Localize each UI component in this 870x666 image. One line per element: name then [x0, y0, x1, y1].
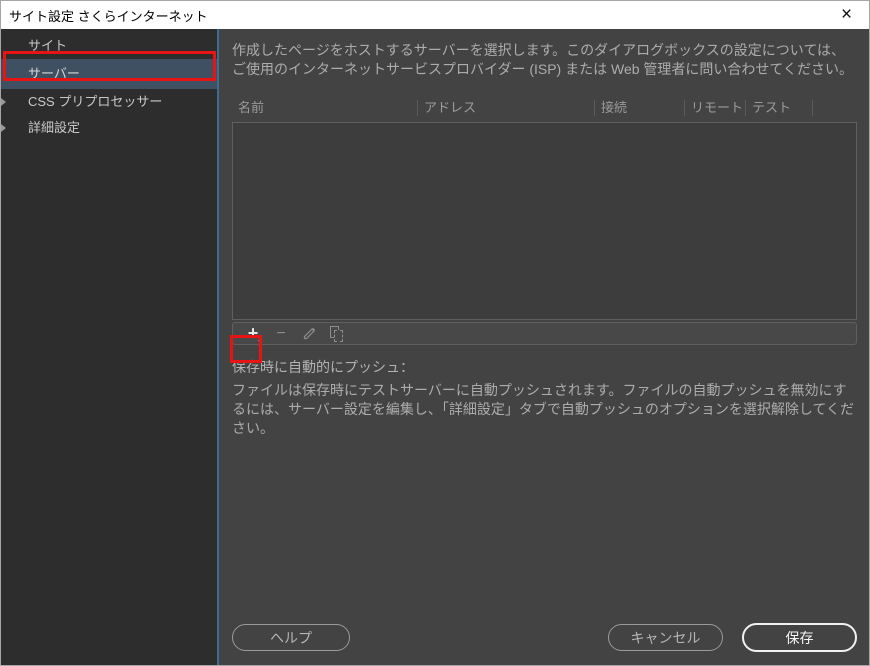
column-header-spacer: [812, 100, 857, 116]
sidebar-item-label: 詳細設定: [28, 120, 80, 135]
duplicate-server-button[interactable]: [324, 323, 350, 344]
minus-icon: −: [276, 325, 285, 343]
title-bar: サイト設定 さくらインターネット ×: [1, 1, 869, 29]
sidebar-item-advanced-settings[interactable]: 詳細設定: [1, 115, 217, 141]
edit-server-button[interactable]: [296, 323, 322, 344]
column-header-connection[interactable]: 接続: [594, 100, 684, 116]
server-list-toolbar: + −: [232, 322, 857, 345]
save-button[interactable]: 保存: [742, 623, 857, 652]
auto-push-description: ファイルは保存時にテストサーバーに自動プッシュされます。ファイルの自動プッシュを…: [232, 381, 857, 438]
dialog-buttons: ヘルプ キャンセル 保存: [232, 623, 857, 652]
remove-server-button[interactable]: −: [268, 323, 294, 344]
dropdown-corner-icon: [258, 337, 262, 341]
help-button[interactable]: ヘルプ: [232, 624, 350, 651]
sidebar-item-label: サーバー: [28, 66, 80, 81]
sidebar-item-css-preprocessor[interactable]: CSS プリプロセッサー: [1, 89, 217, 115]
pencil-icon: [301, 326, 317, 342]
server-panel-description: 作成したページをホストするサーバーを選択します。このダイアログボックスの設定につ…: [232, 41, 857, 79]
duplicate-icon: [329, 326, 345, 342]
add-server-button[interactable]: +: [240, 323, 266, 344]
column-header-address[interactable]: アドレス: [417, 100, 594, 116]
chevron-right-icon: [1, 124, 6, 132]
column-header-remote[interactable]: リモート: [684, 100, 745, 116]
column-header-name[interactable]: 名前: [232, 100, 417, 116]
column-header-test[interactable]: テスト: [745, 100, 812, 116]
site-settings-dialog: サイト設定 さくらインターネット × サイト サーバー CSS プリプロセッサー…: [0, 0, 870, 666]
sidebar-item-label: サイト: [28, 38, 67, 53]
plus-icon: +: [248, 323, 259, 344]
server-list[interactable]: [232, 122, 857, 320]
auto-push-label: 保存時に自動的にプッシュ：: [232, 357, 857, 377]
window-title: サイト設定 さくらインターネット: [1, 6, 824, 25]
dialog-body: サイト サーバー CSS プリプロセッサー 詳細設定 作成したページをホストする…: [1, 29, 869, 666]
chevron-right-icon: [1, 98, 6, 106]
sidebar-item-server[interactable]: サーバー: [1, 59, 217, 89]
sidebar-item-site[interactable]: サイト: [1, 33, 217, 59]
settings-category-sidebar: サイト サーバー CSS プリプロセッサー 詳細設定: [1, 29, 217, 666]
close-button[interactable]: ×: [824, 1, 869, 29]
server-table-header: 名前 アドレス 接続 リモート テスト: [232, 97, 857, 119]
server-panel: 作成したページをホストするサーバーを選択します。このダイアログボックスの設定につ…: [219, 29, 869, 666]
cancel-button[interactable]: キャンセル: [608, 624, 723, 651]
close-icon: ×: [841, 4, 852, 26]
sidebar-item-label: CSS プリプロセッサー: [28, 94, 162, 109]
